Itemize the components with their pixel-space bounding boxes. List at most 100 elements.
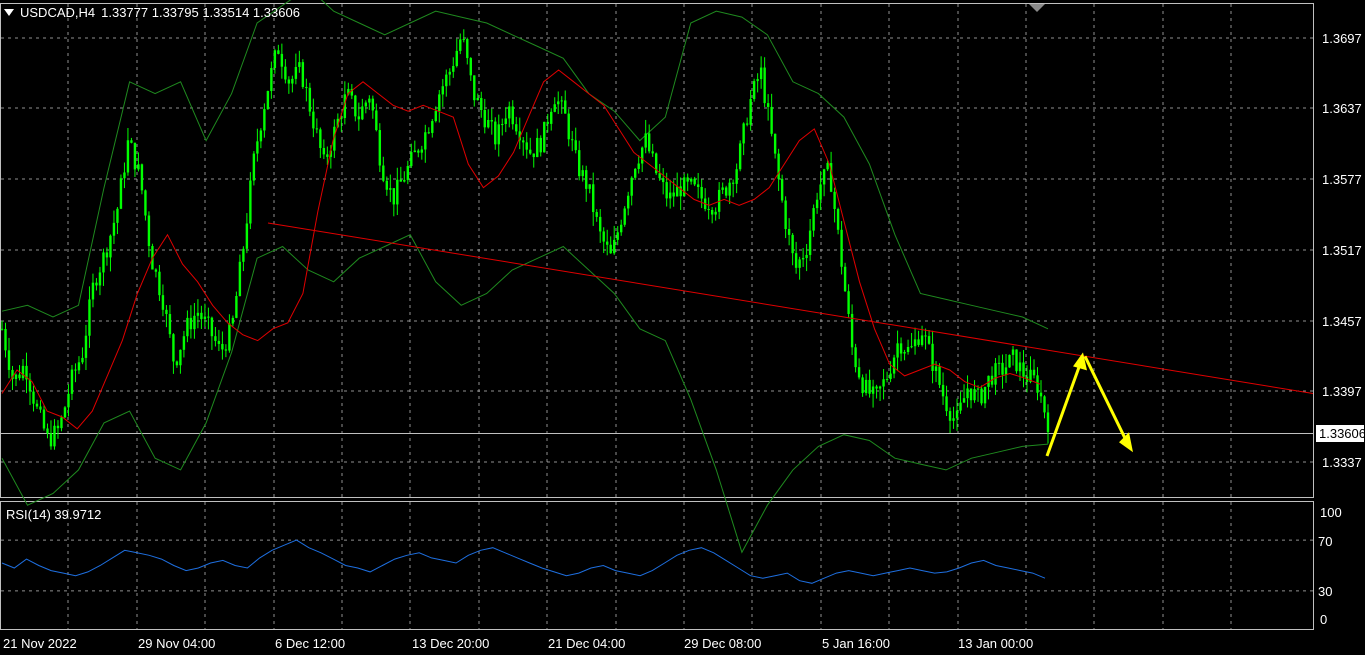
candle-body: [805, 254, 808, 259]
candle-body: [361, 106, 364, 120]
candle-body: [294, 66, 298, 79]
candle-body: [522, 140, 525, 143]
candle-body: [759, 67, 763, 80]
candle-body: [885, 379, 889, 381]
candle-body: [969, 388, 973, 401]
candle-body: [224, 349, 228, 351]
candle-body: [854, 347, 857, 368]
candle-body: [756, 79, 759, 82]
candle-body: [728, 182, 731, 196]
candle-body: [889, 373, 892, 380]
candle-body: [742, 123, 745, 144]
dropdown-triangle-icon[interactable]: [4, 9, 14, 16]
candle-body: [850, 313, 854, 348]
candle-body: [154, 269, 158, 272]
candle-body: [710, 209, 714, 215]
candle-body: [808, 230, 812, 255]
candle-body: [438, 94, 441, 111]
candle-body: [843, 266, 847, 292]
candle-body: [161, 295, 165, 310]
candle-body: [193, 315, 196, 330]
candle-body: [578, 150, 581, 177]
time-label: 6 Dec 12:00: [275, 636, 345, 651]
candle-body: [231, 317, 235, 324]
chart-header[interactable]: USDCAD,H4 1.33777 1.33795 1.33514 1.3360…: [4, 5, 300, 20]
candle-body: [410, 152, 413, 166]
candle-body: [896, 343, 899, 358]
candle-body: [445, 74, 448, 87]
candle-body: [287, 79, 291, 84]
time-label: 21 Dec 04:00: [548, 636, 625, 651]
candle-body: [7, 350, 11, 370]
candle-body: [515, 124, 518, 132]
candle-body: [490, 119, 493, 122]
candle-body: [581, 170, 584, 177]
candle-body: [623, 208, 626, 225]
candle-body: [529, 149, 532, 154]
candle-body: [592, 184, 595, 213]
candle-body: [595, 212, 598, 217]
price-label: 1.3517: [1322, 243, 1362, 258]
candle-body: [238, 261, 242, 297]
candle-body: [21, 365, 25, 379]
candle-body: [497, 124, 500, 145]
candle-body: [868, 379, 871, 394]
trading-chart[interactable]: 1.3697 1.3637 1.3577 1.3517 1.3457 1.339…: [0, 0, 1365, 655]
candle-body: [647, 133, 651, 152]
candle-body: [116, 208, 119, 223]
candle-body: [266, 91, 270, 110]
candle-body: [620, 224, 623, 233]
candle-body: [938, 366, 941, 385]
candle-body: [189, 317, 193, 330]
candle-body: [878, 386, 882, 389]
time-label: 29 Nov 04:00: [138, 636, 215, 651]
candle-body: [700, 187, 703, 199]
candle-body: [105, 252, 109, 258]
candle-body: [354, 95, 357, 117]
candle-body: [574, 140, 577, 151]
candle-body: [18, 374, 21, 379]
candle-body: [385, 180, 389, 190]
candle-body: [32, 391, 35, 404]
candle-body: [689, 178, 693, 182]
candle-body: [973, 389, 976, 401]
candle-body: [137, 164, 140, 170]
candle-body: [382, 165, 385, 181]
candle-body: [172, 334, 175, 362]
candle-body: [920, 335, 924, 345]
candle-body: [259, 130, 263, 142]
candle-body: [378, 130, 382, 166]
candle-body: [840, 229, 843, 267]
price-label: 1.3457: [1322, 314, 1362, 329]
candle-body: [857, 367, 861, 378]
candle-body: [822, 169, 826, 185]
candle-body: [130, 140, 133, 143]
candle-body: [280, 53, 284, 67]
candle-body: [934, 366, 938, 371]
candle-body: [606, 241, 609, 245]
candle-body: [941, 384, 945, 397]
candle-body: [196, 312, 200, 316]
candle-body: [483, 109, 486, 128]
time-label: 21 Nov 2022: [3, 636, 77, 651]
candle-body: [997, 362, 1001, 364]
candle-body: [780, 178, 784, 201]
candle-body: [109, 235, 112, 258]
candle-body: [413, 150, 417, 153]
candle-body: [658, 173, 661, 179]
candle-body: [63, 407, 67, 418]
candle-body: [571, 139, 574, 141]
candle-body: [322, 148, 326, 155]
candle-body: [186, 317, 189, 337]
candle-body: [424, 132, 427, 150]
candle-body: [168, 314, 172, 335]
candle-body: [284, 66, 287, 80]
candle-body: [53, 425, 56, 447]
candle-body: [396, 179, 399, 205]
candle-body: [70, 369, 74, 394]
candle-body: [392, 188, 396, 205]
candle-body: [203, 316, 207, 320]
candle-body: [46, 428, 49, 434]
candle-body: [235, 296, 238, 318]
candle-body: [917, 339, 920, 345]
